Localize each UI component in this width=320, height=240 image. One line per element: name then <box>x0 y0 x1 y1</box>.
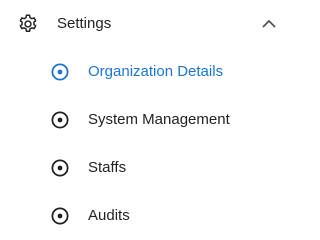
nav-item-organization-details[interactable]: Organization Details <box>0 52 289 92</box>
nav-item-label: Audits <box>88 207 130 224</box>
nav-item-label: System Management <box>88 111 230 128</box>
nav-item-system-management[interactable]: System Management <box>0 100 289 140</box>
chevron-up-icon[interactable] <box>262 18 276 28</box>
settings-section-label: Settings <box>57 15 112 32</box>
gear-icon <box>19 14 37 32</box>
nav-item-label: Staffs <box>88 159 127 176</box>
radio-dot-icon <box>51 111 69 129</box>
radio-dot-icon <box>51 207 69 225</box>
nav-item-staffs[interactable]: Staffs <box>0 148 289 188</box>
settings-nav: Settings Organization Details System Man… <box>0 0 289 240</box>
radio-dot-icon <box>51 159 69 177</box>
nav-item-label: Organization Details <box>88 63 224 80</box>
nav-item-audits[interactable]: Audits <box>0 196 289 236</box>
settings-section-header[interactable]: Settings <box>0 0 289 48</box>
radio-dot-icon <box>51 63 69 81</box>
